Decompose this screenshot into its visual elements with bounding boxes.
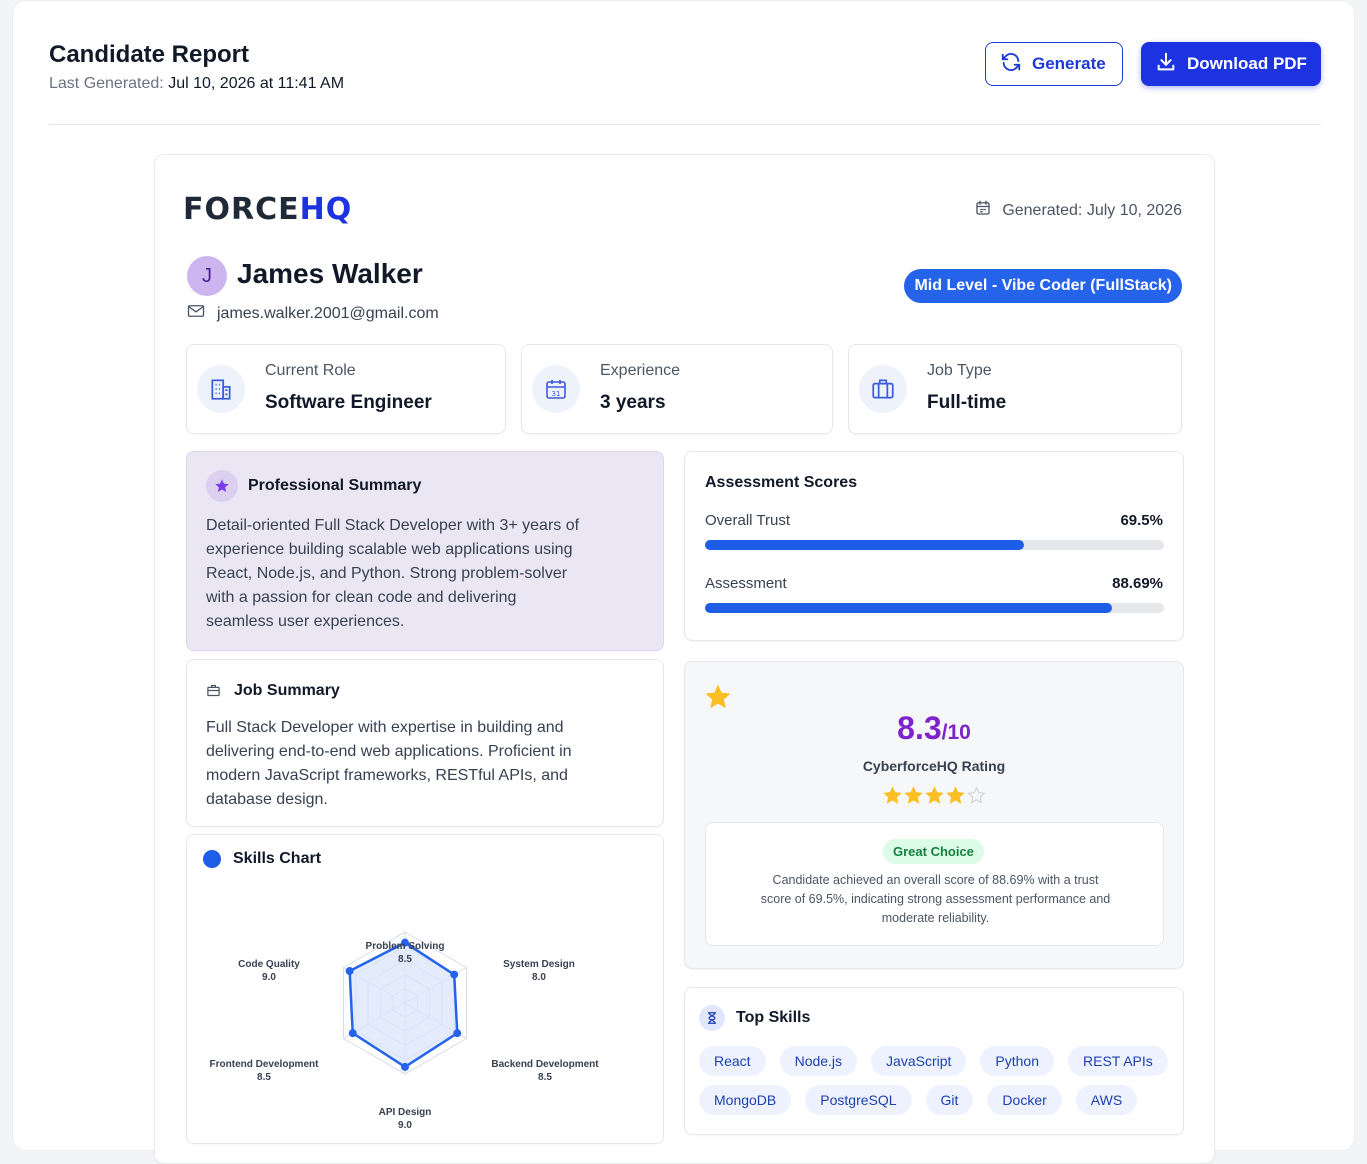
report-card: FORCEHQ Generated: July 10, 2026 J James… [154,154,1215,1164]
candidate-email: james.walker.2001@gmail.com [187,303,439,324]
generate-button[interactable]: Generate [985,42,1123,86]
progress-bar-overall-trust [705,540,1164,550]
verdict-badge: Great Choice [883,839,984,864]
star-icon [206,470,238,502]
score-value-assessment: 88.69% [1112,575,1163,592]
rating-label: CyberforceHQ Rating [862,758,1006,774]
skill-chips: React Node.js JavaScript Python REST API… [699,1046,1169,1115]
generated-date-text: Generated: July 10, 2026 [1002,201,1182,219]
radar-value-label: 9.0 [262,972,276,983]
svg-text:31: 31 [552,390,561,398]
radar-category-label: Code Quality [238,959,300,970]
radar-value-label: 8.5 [398,954,412,965]
skill-chip: Python [980,1046,1054,1076]
report-page: Candidate Report Last Generated: Jul 10,… [12,0,1355,1164]
generated-date: Generated: July 10, 2026 [974,199,1182,222]
skill-chip: Docker [987,1085,1062,1115]
hourglass-icon [699,1005,725,1031]
progress-bar-assessment [705,603,1164,613]
radar-point [348,1029,357,1038]
rating-panel: 8.3/10 CyberforceHQ Rating Great Choice … [684,661,1184,969]
briefcase-icon [206,683,221,703]
skill-chip: MongoDB [699,1085,792,1115]
job-summary-panel: Job Summary Full Stack Developer with ex… [186,659,664,827]
radar-value-label: 9.0 [398,1120,412,1131]
radar-value-label: 8.5 [257,1072,271,1083]
forcehq-logo: FORCEHQ [183,192,353,227]
info-label: Job Type [927,362,992,379]
avatar: J [187,256,227,296]
assessment-scores-panel: Assessment Scores Overall Trust 69.5% As… [684,451,1184,641]
mail-icon [187,303,205,324]
skill-chip: Git [925,1085,974,1115]
info-label: Current Role [265,362,356,379]
radar-category-label: System Design [503,959,575,970]
skill-chip: Node.js [779,1046,858,1076]
refresh-icon [1000,51,1022,78]
star-empty-icon [966,786,986,810]
radar-point [401,1062,409,1071]
star-filled-icon [903,786,923,810]
radar-category-label: Frontend Development [210,1059,320,1070]
info-card-experience: 31 Experience 3 years [521,344,833,434]
skill-chip: JavaScript [871,1046,967,1076]
radar-point [450,970,459,979]
download-icon [1155,51,1177,78]
radar-point [345,967,354,976]
radar-point [453,1029,462,1038]
star-filled-icon [924,786,944,810]
rating-score: 8.3/10 [897,710,971,746]
email-text: james.walker.2001@gmail.com [217,304,439,322]
header-divider [49,124,1321,125]
candidate-name: James Walker [237,258,423,289]
professional-summary-panel: Professional Summary Detail-oriented Ful… [186,451,664,651]
briefcase-icon [859,365,907,413]
download-label: Download PDF [1187,54,1307,73]
top-skills-title: Top Skills [736,1009,811,1026]
verdict-text: Candidate achieved an overall score of 8… [760,873,1111,925]
info-value: Software Engineer [265,392,432,413]
top-skills-panel: Top Skills React Node.js JavaScript Pyth… [684,987,1184,1135]
skill-chip: AWS [1075,1085,1138,1115]
score-label-assessment: Assessment [705,575,787,592]
assessment-scores-title: Assessment Scores [705,474,858,491]
level-badge: Mid Level - Vibe Coder (FullStack) [904,269,1182,303]
info-value: 3 years [600,392,666,413]
radar-category-label: Problem Solving [366,941,445,952]
radar-category-label: API Design [379,1107,432,1118]
calendar-icon: 31 [532,365,580,413]
last-generated-label: Last Generated: [49,75,164,92]
last-generated-value: Jul 10, 2026 at 11:41 AM [168,75,345,92]
calendar-icon [974,199,992,222]
building-icon [197,365,245,413]
radar-category-label: Backend Development [491,1059,599,1070]
star-filled-icon [882,786,902,810]
score-value-overall-trust: 69.5% [1120,512,1163,529]
info-card-job-type: Job Type Full-time [848,344,1182,434]
rating-stars [685,786,1183,810]
radar-chart: Problem Solving 8.5 System Design 8.0 Backen… [210,931,599,1131]
info-value: Full-time [927,392,1007,413]
generate-label: Generate [1032,54,1106,73]
progress-fill [705,540,1024,550]
last-generated: Last Generated: Jul 10, 2026 at 11:41 AM [49,75,344,93]
progress-fill [705,603,1113,613]
info-label: Experience [600,362,681,379]
download-pdf-button[interactable]: Download PDF [1141,42,1321,86]
score-label-overall-trust: Overall Trust [705,512,791,529]
page-title: Candidate Report [49,41,250,68]
radar-value-label: 8.0 [532,972,546,983]
skill-chip: PostgreSQL [805,1085,912,1115]
skill-chip: REST APIs [1068,1046,1168,1076]
star-filled-icon [945,786,965,810]
professional-summary-title: Professional Summary [248,477,422,494]
skill-chip: React [699,1046,766,1076]
skills-chart-panel: Skills Chart Problem Solving 8.5 System De… [186,834,664,1144]
info-card-current-role: Current Role Software Engineer [186,344,506,434]
job-summary-title: Job Summary [234,682,340,699]
verdict-box: Great Choice Candidate achieved an overa… [705,822,1164,946]
professional-summary-text: Detail-oriented Full Stack Developer wit… [206,517,580,630]
radar-value-label: 8.5 [538,1072,552,1083]
job-summary-text: Full Stack Developer with expertise in b… [206,719,572,808]
